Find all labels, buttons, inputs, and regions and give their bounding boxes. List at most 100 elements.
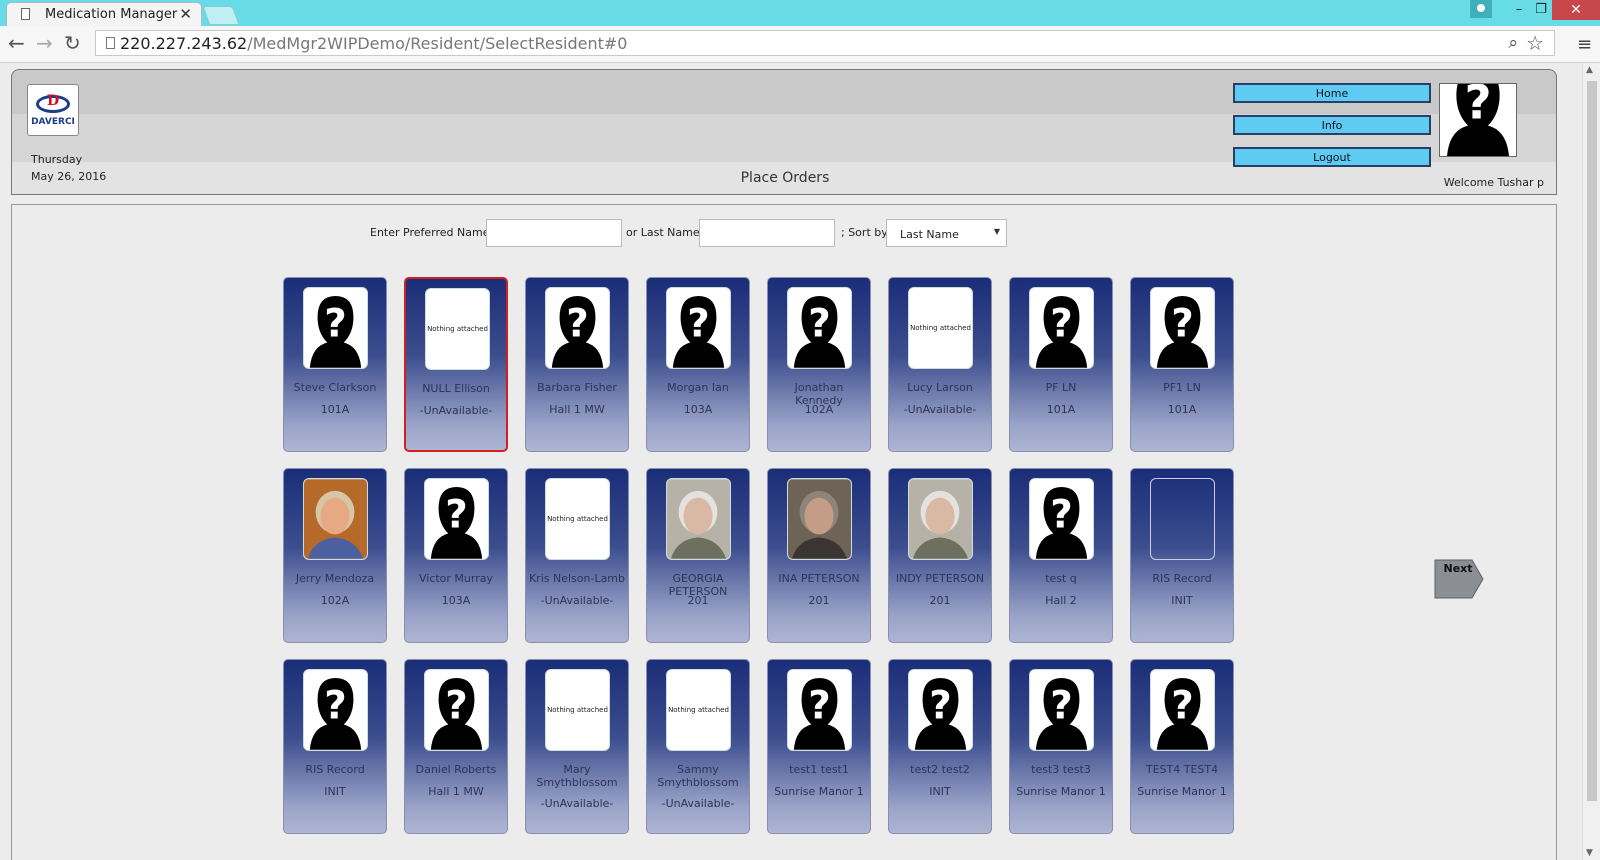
no-photo-silhouette-icon: ? <box>666 287 731 369</box>
new-tab-button[interactable] <box>202 6 240 25</box>
resident-card[interactable]: ? TEST4 TEST4 Sunrise Manor 1 <box>1130 659 1234 834</box>
resident-photo <box>908 478 973 560</box>
resident-room: Sunrise Manor 1 <box>1137 785 1227 798</box>
resident-photo: Nothing attached <box>666 669 731 751</box>
resident-card[interactable]: ? test3 test3 Sunrise Manor 1 <box>1009 659 1113 834</box>
svg-text:?: ? <box>445 493 467 538</box>
browser-menu-icon[interactable]: ≡ <box>1577 34 1592 55</box>
resident-room: Sunrise Manor 1 <box>774 785 864 798</box>
resident-name: Barbara Fisher <box>537 381 617 394</box>
no-photo-silhouette-icon: ? <box>1029 287 1094 369</box>
resident-card[interactable]: Nothing attached Lucy Larson -UnAvailable- <box>888 277 992 452</box>
resident-card[interactable]: ? Jonathan Kennedy 102A <box>767 277 871 452</box>
resident-card[interactable]: ? RIS Record INIT <box>283 659 387 834</box>
no-photo-silhouette-icon: ? <box>1150 669 1215 751</box>
resident-name: Sammy Smythblossom <box>657 763 739 789</box>
svg-text:?: ? <box>808 684 830 729</box>
resident-card[interactable]: ? test2 test2 INIT <box>888 659 992 834</box>
zoom-icon[interactable]: ⌕ <box>1508 33 1518 53</box>
resident-room: -UnAvailable- <box>903 403 977 416</box>
chevron-down-icon: ▼ <box>993 227 1000 236</box>
home-button[interactable]: Home <box>1233 83 1431 103</box>
close-tab-icon[interactable]: ✕ <box>179 5 192 23</box>
scroll-up-icon[interactable]: ▲ <box>1586 65 1593 75</box>
resident-card[interactable]: Jerry Mendoza 102A <box>283 468 387 643</box>
browser-tab[interactable]: Medication Manager ✕ <box>6 2 202 26</box>
back-icon[interactable]: ← <box>8 31 25 55</box>
resident-name: Lucy Larson <box>907 381 973 394</box>
no-photo-silhouette-icon: ? <box>303 287 368 369</box>
next-label: Next <box>1443 562 1472 575</box>
scroll-thumb[interactable] <box>1587 81 1597 801</box>
resident-room: 103A <box>683 403 713 416</box>
sort-by-select[interactable]: Last Name ▼ <box>886 219 1007 247</box>
resident-card[interactable]: RIS Record INIT <box>1130 468 1234 643</box>
daverci-logo: D DAVERCI <box>27 84 79 136</box>
resident-room: INIT <box>324 785 346 798</box>
resident-name: Victor Murray <box>418 572 493 585</box>
svg-text:?: ? <box>1171 302 1193 347</box>
sort-by-label: ; Sort by <box>841 226 888 239</box>
resident-photo <box>787 478 852 560</box>
svg-text:?: ? <box>324 302 346 347</box>
resident-card[interactable]: ? PF1 LN 101A <box>1130 277 1234 452</box>
resident-card[interactable]: Nothing attached Sammy Smythblossom -UnAva… <box>646 659 750 834</box>
resident-card[interactable]: ? test q Hall 2 <box>1009 468 1113 643</box>
resident-card[interactable]: ? Steve Clarkson 101A <box>283 277 387 452</box>
scroll-down-icon[interactable]: ▼ <box>1586 848 1593 858</box>
bookmark-star-icon[interactable]: ☆ <box>1526 31 1544 55</box>
url-text[interactable]: 220.227.243.62/MedMgr2WIPDemo/Resident/S… <box>120 34 627 53</box>
last-name-label: or Last Name <box>626 226 700 239</box>
window-close-icon[interactable]: ✕ <box>1552 0 1600 20</box>
resident-room: -UnAvailable- <box>540 797 614 810</box>
resident-name: Morgan Ian <box>667 381 729 394</box>
no-photo-silhouette-icon: ? <box>424 669 489 751</box>
browser-toolbar: ← → ↻ 220.227.243.62/MedMgr2WIPDemo/Resi… <box>0 26 1600 63</box>
resident-card[interactable]: ? PF LN 101A <box>1009 277 1113 452</box>
resident-card[interactable]: Nothing attached Kris Nelson-Lamb -UnAvail… <box>525 468 629 643</box>
resident-card[interactable]: ? Victor Murray 103A <box>404 468 508 643</box>
resident-card[interactable]: Nothing attached NULL Ellison -UnAvailable… <box>404 277 508 452</box>
resident-card[interactable]: ? test1 test1 Sunrise Manor 1 <box>767 659 871 834</box>
resident-room: -UnAvailable- <box>661 797 735 810</box>
resident-select-panel: Enter Preferred Name or Last Name ; Sort… <box>11 204 1557 860</box>
info-button[interactable]: Info <box>1233 115 1431 135</box>
resident-room: Sunrise Manor 1 <box>1016 785 1106 798</box>
next-button[interactable]: Next <box>1434 559 1484 599</box>
nothing-attached-text: Nothing attached <box>910 324 971 332</box>
nothing-attached-text: Nothing attached <box>547 706 608 714</box>
resident-room: 101A <box>1046 403 1076 416</box>
resident-name: Jerry Mendoza <box>295 572 375 585</box>
no-photo-silhouette-icon: ? <box>1029 478 1094 560</box>
resident-room: -UnAvailable- <box>540 594 614 607</box>
resident-room: INIT <box>929 785 951 798</box>
logout-button[interactable]: Logout <box>1233 147 1431 167</box>
user-profile-icon[interactable] <box>1470 0 1492 18</box>
resident-name: test q <box>1045 572 1077 585</box>
resident-card[interactable]: GEORGIA PETERSON 201 <box>646 468 750 643</box>
resident-card[interactable]: INA PETERSON 201 <box>767 468 871 643</box>
resident-card[interactable]: ? Morgan Ian 103A <box>646 277 750 452</box>
svg-text:?: ? <box>1050 493 1072 538</box>
resident-card[interactable]: ? Barbara Fisher Hall 1 MW <box>525 277 629 452</box>
reload-icon[interactable]: ↻ <box>64 31 81 55</box>
address-bar[interactable]: 220.227.243.62/MedMgr2WIPDemo/Resident/S… <box>95 30 1555 56</box>
page-scrollbar[interactable]: ▲ ▼ <box>1582 63 1600 860</box>
resident-room: 102A <box>320 594 350 607</box>
resident-name: Steve Clarkson <box>293 381 377 394</box>
last-name-input[interactable] <box>699 219 835 247</box>
preferred-name-input[interactable] <box>486 219 622 247</box>
nothing-attached-text: Nothing attached <box>427 325 488 333</box>
resident-card[interactable]: Nothing attached Mary Smythblossom -UnAvai… <box>525 659 629 834</box>
user-avatar: ? <box>1439 83 1517 157</box>
svg-text:?: ? <box>1050 302 1072 347</box>
resident-room: Hall 2 <box>1045 594 1077 607</box>
no-photo-silhouette-icon: ? <box>1150 287 1215 369</box>
resident-card[interactable]: ? Daniel Roberts Hall 1 MW <box>404 659 508 834</box>
resident-card[interactable]: INDY PETERSON 201 <box>888 468 992 643</box>
resident-photo <box>303 478 368 560</box>
resident-photo <box>666 478 731 560</box>
restore-icon[interactable]: ❐ <box>1528 0 1554 20</box>
forward-icon[interactable]: → <box>36 31 53 55</box>
page-icon <box>21 8 30 20</box>
